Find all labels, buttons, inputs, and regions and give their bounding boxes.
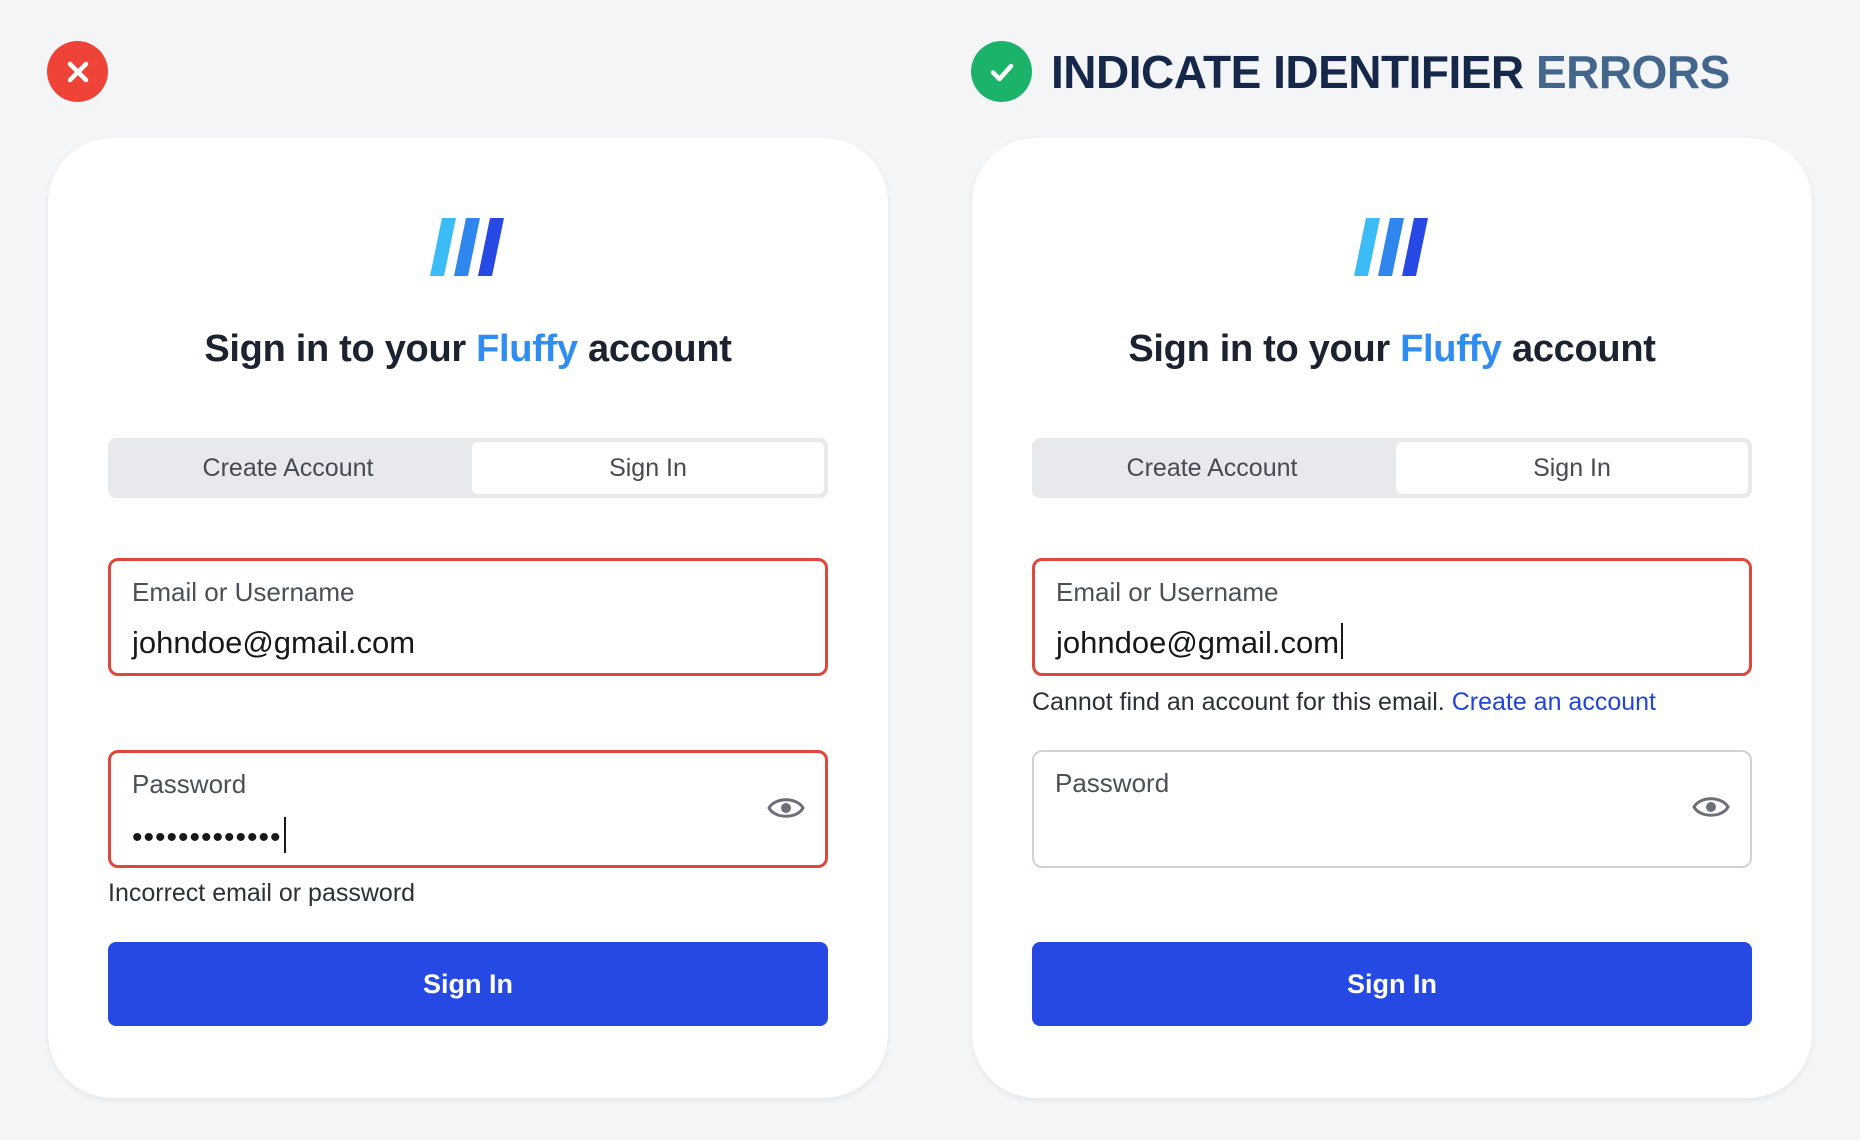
brand-logo-icon (430, 218, 504, 276)
auth-tabs: Create Account Sign In (1032, 438, 1752, 498)
tab-sign-in[interactable]: Sign In (472, 442, 824, 494)
check-icon (971, 41, 1032, 102)
tab-sign-in[interactable]: Sign In (1396, 442, 1748, 494)
right-signin-card: Sign in to your Fluffy account Create Ac… (972, 138, 1812, 1098)
text-caret (283, 817, 286, 853)
email-value: johndoe@gmail.com (1056, 625, 1340, 660)
sign-in-button[interactable]: Sign In (1032, 942, 1752, 1026)
eye-icon[interactable] (767, 793, 805, 823)
password-field[interactable]: Password (1032, 750, 1752, 868)
error-text: Cannot find an account for this email. (1032, 688, 1445, 716)
page-title: Sign in to your Fluffy account (204, 328, 732, 370)
brand-logo-icon (1354, 218, 1428, 276)
error-message: Incorrect email or password (108, 879, 416, 907)
password-label: Password (1055, 768, 1170, 798)
email-value: johndoe@gmail.com (132, 625, 416, 660)
page-title: Sign in to your Fluffy account (1128, 328, 1656, 370)
create-account-link[interactable]: Create an account (1452, 688, 1656, 716)
email-field[interactable]: Email or Username johndoe@gmail.com (1032, 558, 1752, 676)
eye-icon[interactable] (1692, 792, 1730, 822)
password-field[interactable]: Password ••••••••••••• (108, 750, 828, 868)
brand-name: Fluffy (476, 328, 578, 370)
auth-tabs: Create Account Sign In (108, 438, 828, 498)
brand-name: Fluffy (1400, 328, 1502, 370)
password-value: ••••••••••••• (132, 821, 282, 854)
password-label: Password (132, 769, 247, 799)
sign-in-button[interactable]: Sign In (108, 942, 828, 1026)
text-caret (1341, 623, 1344, 659)
tab-create-account[interactable]: Create Account (1032, 438, 1392, 498)
x-icon (47, 41, 108, 102)
error-message: Cannot find an account for this email. C… (1032, 686, 1656, 718)
email-label: Email or Username (1056, 577, 1279, 607)
tab-create-account[interactable]: Create Account (108, 438, 468, 498)
heading: INDICATE IDENTIFIER ERRORS (1051, 42, 1730, 102)
heading-part-2: ERRORS (1535, 46, 1730, 98)
heading-part-1: INDICATE IDENTIFIER (1051, 46, 1524, 98)
email-label: Email or Username (132, 577, 355, 607)
email-field[interactable]: Email or Username johndoe@gmail.com (108, 558, 828, 676)
left-signin-card: Sign in to your Fluffy account Create Ac… (48, 138, 888, 1098)
